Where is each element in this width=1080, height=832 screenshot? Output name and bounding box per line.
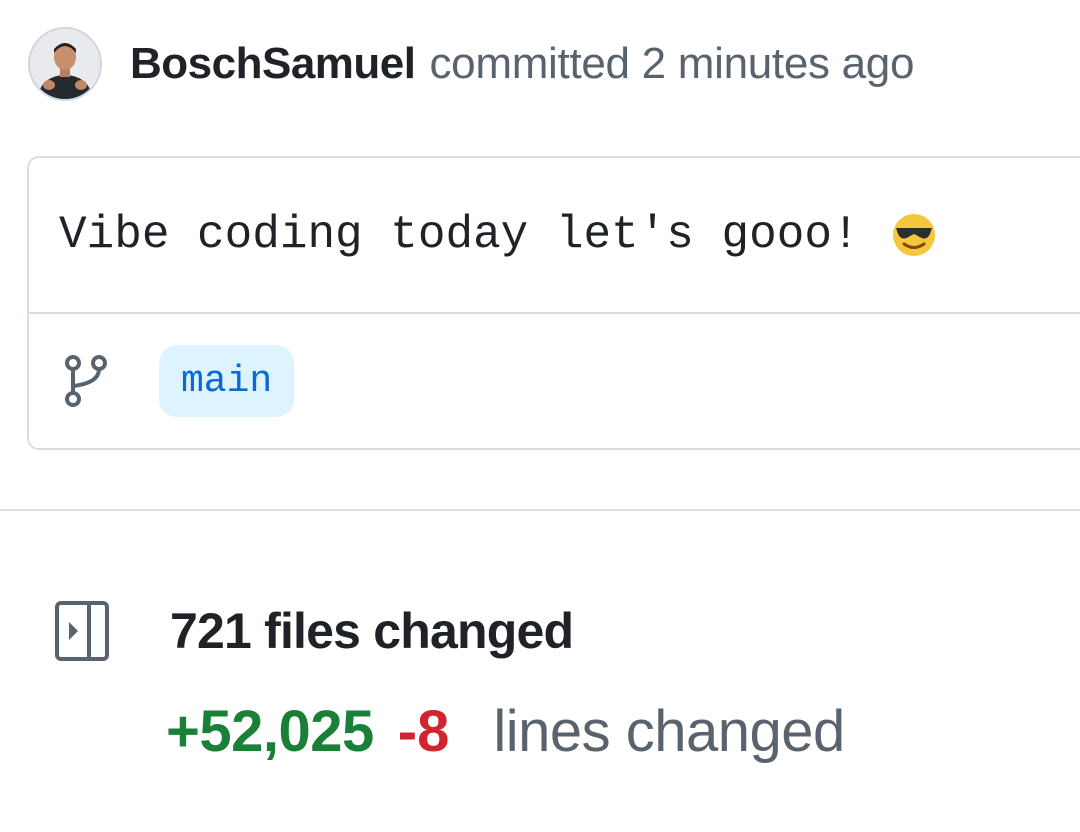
lines-changed-label: lines changed	[493, 698, 845, 764]
commit-time: committed 2 minutes ago	[429, 39, 915, 88]
author-avatar[interactable]	[28, 27, 102, 101]
files-changed-count: 721 files changed	[170, 603, 574, 659]
lines-changed-row: +52,025 -8 lines changed	[166, 694, 845, 768]
branch-row: main	[29, 314, 1080, 448]
branch-label[interactable]: main	[159, 345, 295, 417]
commit-message: Vibe coding today let's gooo!	[59, 209, 860, 261]
sunglasses-emoji-icon	[890, 211, 938, 259]
commit-header: BoschSamuel committed 2 minutes ago	[28, 26, 914, 102]
git-branch-icon	[65, 355, 107, 407]
commit-author[interactable]: BoschSamuel	[130, 39, 416, 89]
lines-deleted: -8	[397, 698, 450, 764]
sidebar-expand-icon[interactable]	[54, 600, 110, 662]
avatar-image	[30, 29, 100, 99]
section-divider	[0, 509, 1080, 511]
files-summary-row: 721 files changed	[54, 596, 574, 666]
commit-details-box: Vibe coding today let's gooo! main	[27, 156, 1080, 450]
commit-message-row: Vibe coding today let's gooo!	[29, 158, 1080, 314]
lines-added: +52,025	[166, 698, 374, 764]
